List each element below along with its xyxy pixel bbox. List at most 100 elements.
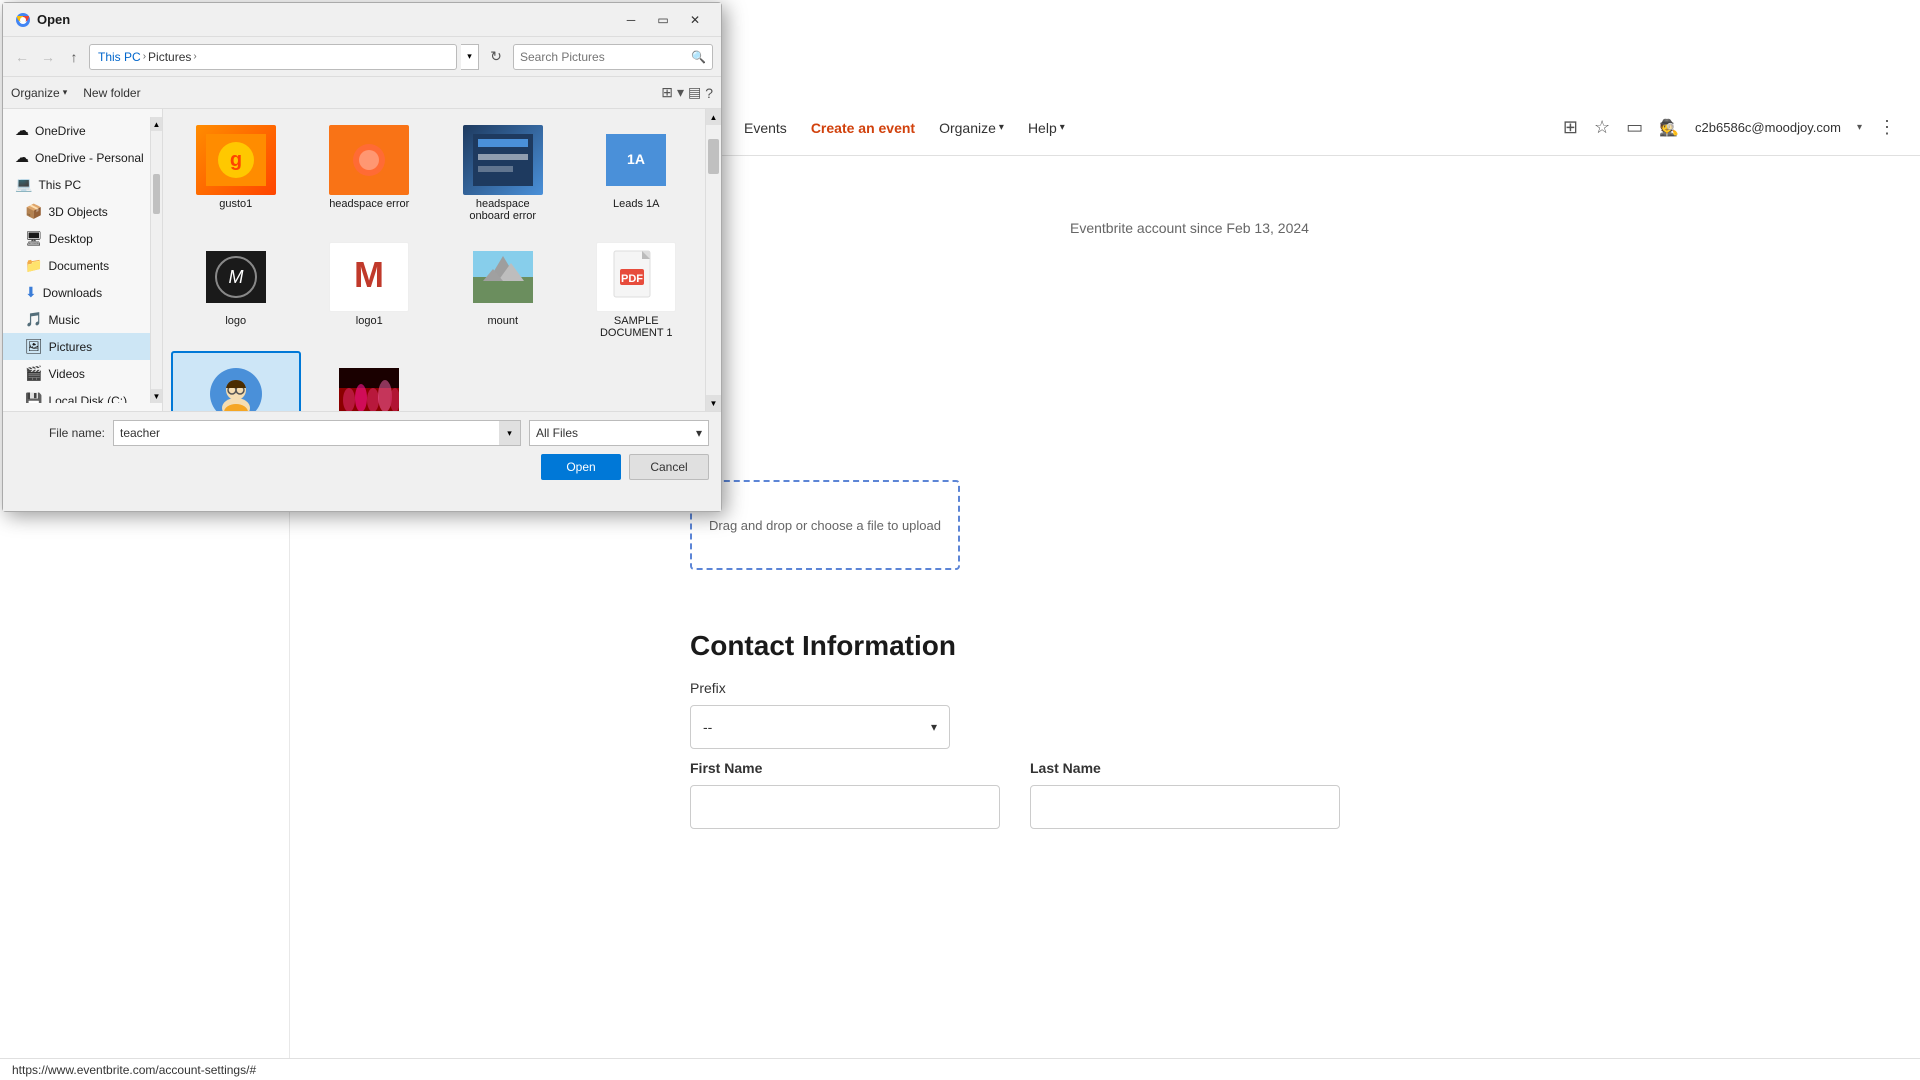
filetype-chevron-icon: ▾ (696, 426, 702, 440)
nav-extensions-icon: ⊞ (1563, 117, 1578, 138)
file-thumb-teacher (196, 359, 276, 411)
files-area-wrapper: ▲ ▼ g (163, 109, 721, 411)
sidebar-scrollbar[interactable]: ▲ ▼ (150, 117, 162, 403)
file-item-teacher[interactable]: teacher (171, 351, 301, 411)
pictures-icon: 🖼 (25, 338, 43, 355)
nav-help[interactable]: Help▾ (1028, 120, 1065, 136)
file-item-gusto1[interactable]: g gusto1 (171, 117, 301, 230)
sidebar-videos[interactable]: 🎬 Videos (3, 360, 162, 387)
this-pc-icon: 💻 (15, 176, 32, 193)
sidebar-desktop[interactable]: 🖥 Desktop (3, 225, 162, 252)
lastname-input[interactable] (1030, 785, 1340, 829)
file-item-headspace-error[interactable]: headspace error (305, 117, 435, 230)
files-scrollbar[interactable]: ▲ ▼ (705, 109, 721, 411)
nav-user-email[interactable]: c2b6586c@moodjoy.com (1695, 120, 1841, 135)
onedrive-personal-icon: ☁ (15, 149, 29, 166)
file-item-ww2[interactable]: ww2 (305, 351, 435, 411)
sidebar-music[interactable]: 🎵 Music (3, 306, 162, 333)
prefix-select[interactable]: -- ▾ (690, 705, 950, 749)
upload-area[interactable]: Drag and drop or choose a file to upload (690, 480, 960, 570)
sidebar-3d-objects[interactable]: 📦 3D Objects (3, 198, 162, 225)
new-folder-button[interactable]: New folder (83, 86, 140, 100)
files-scrollbar-thumb (708, 139, 719, 174)
svg-text:1A: 1A (627, 151, 645, 167)
sidebar-onedrive[interactable]: ☁ OneDrive (3, 117, 162, 144)
nav-right: ⊞ ☆ ▭ 🕵 c2b6586c@moodjoy.com ▾ ⋮ (1563, 117, 1896, 138)
file-thumb-headspace-error (329, 125, 409, 195)
footer-buttons: Open Cancel (15, 454, 709, 480)
sidebar-scroll-up[interactable]: ▲ (151, 117, 162, 131)
sidebar-this-pc[interactable]: 💻 This PC (3, 171, 162, 198)
organize-button[interactable]: Organize ▾ (11, 86, 67, 100)
nav-organize[interactable]: Organize▾ (939, 120, 1004, 136)
up-button[interactable]: ↑ (63, 46, 85, 68)
file-thumb-logo: M (196, 242, 276, 312)
svg-text:M: M (228, 267, 243, 287)
refresh-button[interactable]: ↻ (483, 44, 509, 70)
nav-dropdown-icon[interactable]: ▾ (1857, 122, 1862, 133)
files-scroll-track (706, 125, 721, 395)
sidebar-local-disk[interactable]: 💾 Local Disk (C:) (3, 387, 162, 403)
svg-text:PDF: PDF (621, 273, 643, 285)
files-scroll-down[interactable]: ▼ (706, 395, 721, 411)
forward-button[interactable]: → (37, 46, 59, 68)
files-scroll-up[interactable]: ▲ (706, 109, 721, 125)
file-name-dropdown[interactable]: ▾ (499, 420, 521, 446)
breadcrumb-dropdown[interactable]: ▾ (461, 44, 479, 70)
file-item-headspace-onboard[interactable]: headspace onboard error (438, 117, 568, 230)
sidebar-onedrive-personal[interactable]: ☁ OneDrive - Personal (3, 144, 162, 171)
file-item-mount[interactable]: mount (438, 234, 568, 347)
help-button[interactable]: ? (705, 84, 713, 101)
file-item-sample-doc[interactable]: PDF SAMPLE DOCUMENT 1 (572, 234, 702, 347)
sidebar-pictures[interactable]: 🖼 Pictures (3, 333, 162, 360)
file-item-leads-1a[interactable]: 1A Leads 1A (572, 117, 702, 230)
view-dropdown-button[interactable]: ▾ (677, 84, 684, 101)
cancel-button[interactable]: Cancel (629, 454, 709, 480)
firstname-input[interactable] (690, 785, 1000, 829)
dialog-title-text: Open (37, 12, 70, 27)
breadcrumb-bar: This PC › Pictures › (89, 44, 457, 70)
file-name-mount: mount (487, 315, 518, 327)
minimize-button[interactable]: ─ (617, 9, 645, 31)
file-item-logo1[interactable]: M logo1 (305, 234, 435, 347)
file-item-logo[interactable]: M logo (171, 234, 301, 347)
close-button[interactable]: ✕ (681, 9, 709, 31)
file-name-logo: logo (225, 315, 246, 327)
music-icon: 🎵 (25, 311, 42, 328)
nav-create-event[interactable]: Create an event (811, 120, 915, 136)
view-type-button[interactable]: ⊞ (661, 84, 673, 101)
dialog-title-area: Open (15, 12, 70, 28)
local-disk-icon: 💾 (25, 392, 42, 403)
svg-text:M: M (354, 254, 384, 295)
sidebar-downloads[interactable]: ⬇ Downloads (3, 279, 162, 306)
desktop-icon: 🖥 (25, 230, 43, 247)
files-scroll-content: g gusto1 (163, 109, 721, 411)
breadcrumb-pictures[interactable]: Pictures (148, 50, 191, 64)
breadcrumb-arrow-1: › (143, 51, 146, 62)
file-type-dropdown[interactable]: All Files ▾ (529, 420, 709, 446)
search-box[interactable]: 🔍 (513, 44, 713, 70)
svg-text:g: g (230, 149, 242, 171)
nav-item-events[interactable]: Events (744, 120, 787, 136)
nav-star-icon[interactable]: ☆ (1594, 117, 1610, 138)
chrome-icon (15, 12, 31, 28)
nav-menu-icon[interactable]: ⋮ (1878, 117, 1896, 138)
status-url: https://www.eventbrite.com/account-setti… (12, 1063, 256, 1077)
sidebar-scroll-down[interactable]: ▼ (151, 389, 162, 403)
search-input[interactable] (520, 50, 687, 64)
sidebar-documents[interactable]: 📁 Documents (3, 252, 162, 279)
search-icon: 🔍 (691, 50, 706, 64)
dialog-titlebar: Open ─ ▭ ✕ (3, 3, 721, 37)
details-pane-button[interactable]: ▤ (688, 84, 701, 101)
sidebar-scrollbar-thumb (153, 174, 160, 214)
prefix-chevron-icon: ▾ (931, 720, 937, 734)
dialog-sidebar: ☁ OneDrive ☁ OneDrive - Personal 💻 This … (3, 109, 163, 411)
lastname-label: Last Name (1030, 760, 1101, 776)
back-button[interactable]: ← (11, 46, 33, 68)
breadcrumb-this-pc[interactable]: This PC (98, 50, 141, 64)
maximize-button[interactable]: ▭ (649, 9, 677, 31)
file-name-input[interactable] (113, 420, 521, 446)
status-bar: https://www.eventbrite.com/account-setti… (0, 1058, 1920, 1080)
open-button[interactable]: Open (541, 454, 621, 480)
account-since-text: Eventbrite account since Feb 13, 2024 (1070, 220, 1309, 236)
